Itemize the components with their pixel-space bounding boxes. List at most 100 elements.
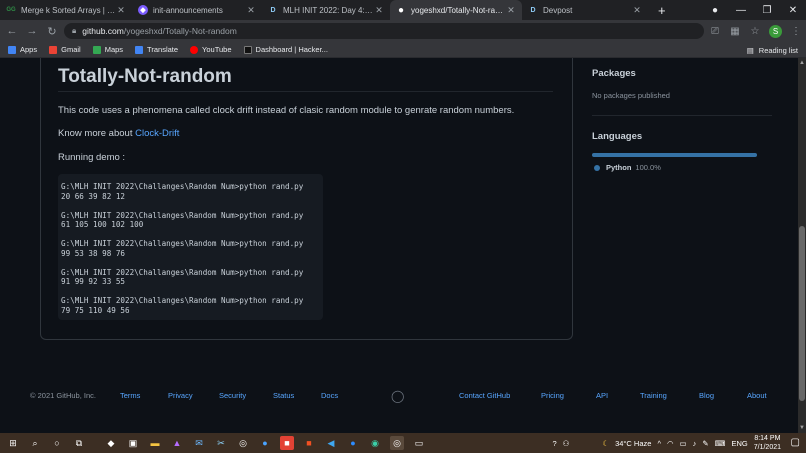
weather-icon[interactable]: ☾: [602, 439, 609, 448]
footer-link-terms[interactable]: Terms: [120, 391, 140, 400]
office-icon[interactable]: ■: [302, 436, 316, 450]
clock-drift-link[interactable]: Clock-Drift: [135, 128, 179, 139]
footer-link-status[interactable]: Status: [273, 391, 294, 400]
pen-icon[interactable]: ✎: [702, 439, 708, 448]
scroll-down-icon[interactable]: ▼: [798, 425, 806, 431]
back-icon[interactable]: ←: [2, 25, 22, 37]
copyright: © 2021 GitHub, Inc.: [30, 391, 96, 400]
maximize-icon[interactable]: ❐: [754, 5, 780, 16]
clock[interactable]: 8:14 PM 7/1/2021: [754, 434, 781, 452]
browser-tab[interactable]: ◆ init-announcements ✕: [132, 0, 262, 20]
footer-link-api[interactable]: API: [596, 391, 608, 400]
snip-icon[interactable]: ✂: [214, 436, 228, 450]
hackerrank-icon: [243, 45, 252, 54]
wifi-icon[interactable]: ◠: [667, 439, 674, 448]
readme-description: This code uses a phenomena called clock …: [58, 105, 515, 116]
weather-text[interactable]: 34°C Haze: [615, 439, 651, 448]
scrollbar[interactable]: ▲ ▼: [798, 58, 806, 433]
browser-tab[interactable]: D MLH INIT 2022: Day 4: Join us ✕: [262, 0, 390, 20]
bookmark-translate[interactable]: Translate: [135, 45, 178, 54]
devpost-icon: D: [270, 6, 276, 14]
language-item[interactable]: Python 100.0%: [594, 163, 661, 172]
apps-icon: [8, 45, 16, 54]
chrome-active-icon[interactable]: ◎: [390, 436, 404, 450]
close-window-icon[interactable]: ✕: [780, 5, 806, 16]
packages-heading[interactable]: Packages: [592, 68, 636, 79]
keyboard-icon[interactable]: ⌨: [715, 439, 726, 448]
footer: © 2021 GitHub, Inc. Terms Privacy Securi…: [0, 389, 798, 403]
bookmark-apps[interactable]: Apps: [8, 45, 37, 54]
close-icon[interactable]: ✕: [506, 5, 516, 16]
address-bar[interactable]: 🔒︎ github.com/yogeshxd/Totally-Not-rando…: [64, 23, 704, 39]
volume-icon[interactable]: ♪: [693, 439, 697, 448]
people-icon[interactable]: ⚇: [563, 439, 570, 448]
bookmark-maps[interactable]: Maps: [92, 45, 123, 54]
cortana-icon[interactable]: ○: [50, 436, 64, 450]
footer-link-blog[interactable]: Blog: [699, 391, 714, 400]
lock-icon: 🔒︎: [72, 26, 77, 35]
close-icon[interactable]: ✕: [246, 5, 256, 16]
language-bar: [592, 153, 757, 157]
footer-link-contact[interactable]: Contact GitHub: [459, 391, 510, 400]
bookmark-youtube[interactable]: YouTube: [190, 45, 232, 54]
browser-tab-active[interactable]: ● yogeshxd/Totally-Not-rando ✕: [390, 0, 522, 20]
footer-link-security[interactable]: Security: [219, 391, 246, 400]
chevron-up-icon[interactable]: ^: [657, 439, 661, 448]
reading-list[interactable]: ▤ Reading list: [747, 42, 798, 58]
browser-tab[interactable]: D Devpost ✕: [522, 0, 648, 20]
windows-start-icon[interactable]: ⊞: [6, 436, 20, 450]
vscode-icon[interactable]: ◀: [324, 436, 338, 450]
tab-title: init-announcements: [153, 5, 223, 15]
gmail-icon: [49, 45, 58, 54]
maps-icon: [92, 45, 101, 54]
search-icon[interactable]: ⌕: [28, 436, 42, 450]
record-icon[interactable]: ●: [702, 5, 728, 16]
readme-more: Know more about Clock-Drift: [58, 128, 180, 139]
terminal-icon[interactable]: ▭: [412, 436, 426, 450]
notification-icon[interactable]: ▢: [791, 437, 800, 448]
chrome-icon[interactable]: ◎: [236, 436, 250, 450]
new-tab-icon[interactable]: +: [658, 3, 666, 18]
language-indicator[interactable]: ENG: [731, 439, 747, 448]
close-icon[interactable]: ✕: [374, 5, 384, 16]
footer-link-about[interactable]: About: [747, 391, 767, 400]
avatar[interactable]: S: [769, 24, 782, 38]
edge-icon[interactable]: ◉: [368, 436, 382, 450]
footer-link-training[interactable]: Training: [640, 391, 667, 400]
zoom-icon[interactable]: ●: [346, 436, 360, 450]
star-icon[interactable]: ☆: [745, 26, 765, 37]
github-logo-icon[interactable]: ◯: [391, 389, 404, 403]
demo-label: Running demo :: [58, 152, 126, 163]
close-icon[interactable]: ✕: [632, 5, 642, 16]
store-icon[interactable]: ▣: [126, 436, 140, 450]
bookmark-gmail[interactable]: Gmail: [49, 45, 81, 54]
dropbox-icon[interactable]: ◆: [104, 436, 118, 450]
discord-icon: ◆: [138, 5, 148, 15]
battery-icon[interactable]: ▭: [680, 439, 687, 448]
minimize-icon[interactable]: —: [728, 5, 754, 16]
app-red-icon[interactable]: ■: [280, 436, 294, 450]
forward-icon[interactable]: →: [22, 25, 42, 37]
reload-icon[interactable]: ↻: [42, 25, 62, 38]
mail-icon[interactable]: ✉: [192, 436, 206, 450]
divider: [58, 91, 553, 92]
folder-icon[interactable]: ▬: [148, 436, 162, 450]
qr-icon[interactable]: ▦: [725, 26, 745, 37]
help-icon[interactable]: ?: [552, 439, 556, 448]
messenger-icon[interactable]: ●: [258, 436, 272, 450]
bookmarks-bar: Apps Gmail Maps Translate YouTube Dashbo…: [0, 42, 806, 58]
install-icon[interactable]: ⎚: [705, 26, 725, 37]
footer-link-docs[interactable]: Docs: [321, 391, 338, 400]
scroll-thumb[interactable]: [799, 226, 805, 401]
menu-icon[interactable]: ⋮: [786, 26, 806, 37]
close-icon[interactable]: ✕: [116, 5, 126, 16]
scroll-up-icon[interactable]: ▲: [798, 60, 806, 66]
task-view-icon[interactable]: ⧉: [72, 436, 86, 450]
footer-link-privacy[interactable]: Privacy: [168, 391, 193, 400]
youtube-icon: [190, 45, 199, 54]
app-icon[interactable]: ▲: [170, 436, 184, 450]
footer-link-pricing[interactable]: Pricing: [541, 391, 564, 400]
browser-tab[interactable]: GG Merge k Sorted Arrays | Pract ✕: [0, 0, 132, 20]
bookmark-dashboard[interactable]: Dashboard | Hacker...: [243, 45, 328, 54]
system-tray: ? ⚇ ☾ 34°C Haze ^ ◠ ▭ ♪ ✎ ⌨ ENG 8:14 PM 7…: [549, 433, 784, 453]
